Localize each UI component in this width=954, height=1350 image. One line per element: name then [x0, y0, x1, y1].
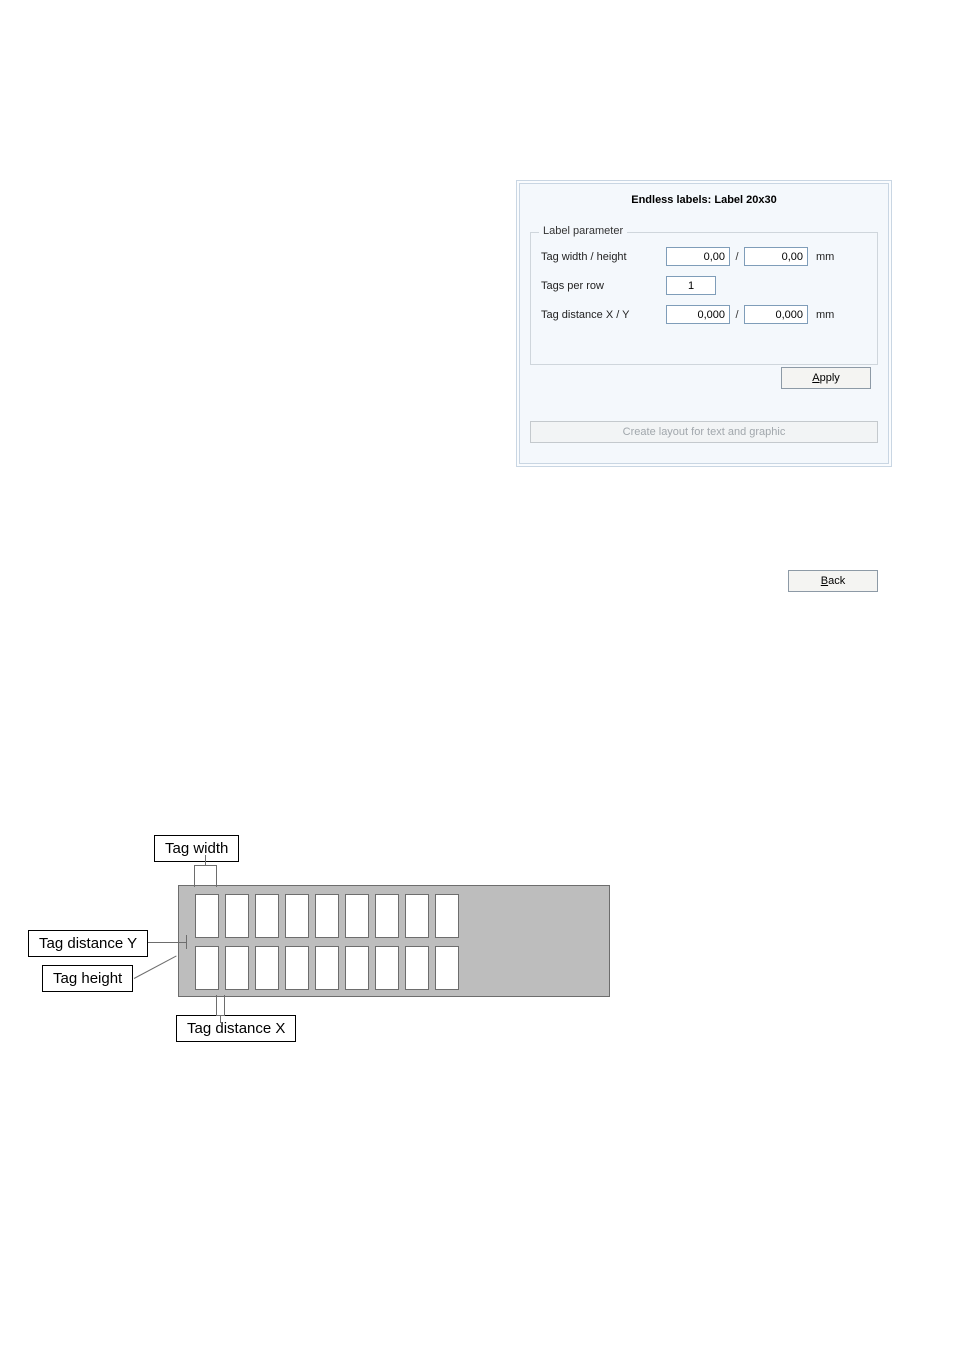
diagram-tag [375, 946, 399, 990]
label-tag-width-height: Tag width / height [541, 251, 666, 263]
create-layout-button[interactable]: Create layout for text and graphic [530, 421, 878, 443]
diagram-tag [285, 894, 309, 938]
input-tag-height[interactable] [744, 247, 808, 266]
tag-layout-diagram: Tag width Tag distance Y Tag height Tag … [28, 845, 628, 1075]
fieldset-legend: Label parameter [539, 225, 627, 237]
diagram-tag [195, 894, 219, 938]
separator-slash: / [730, 309, 744, 321]
diagram-tag [375, 894, 399, 938]
diagram-tag [225, 894, 249, 938]
label-tags-per-row: Tags per row [541, 280, 666, 292]
connector-line [216, 995, 217, 1015]
diagram-tag [435, 894, 459, 938]
diagram-tag-row [195, 946, 465, 990]
back-button[interactable]: Back [788, 570, 878, 592]
label-parameter-dialog: Endless labels: Label 20x30 Label parame… [516, 180, 892, 467]
diagram-tag [435, 946, 459, 990]
separator-slash: / [730, 251, 744, 263]
label-tag-distance-xy: Tag distance X / Y [541, 309, 666, 321]
apply-button[interactable]: Apply [781, 367, 871, 389]
diagram-tag [405, 894, 429, 938]
connector-line [148, 942, 186, 943]
diagram-tag-row [195, 894, 465, 938]
row-tag-distance-xy: Tag distance X / Y / mm [541, 305, 867, 324]
diagram-tag [255, 946, 279, 990]
row-tags-per-row: Tags per row [541, 276, 867, 295]
dialog-inner: Endless labels: Label 20x30 Label parame… [519, 183, 889, 464]
connector-line [134, 956, 177, 979]
connector-line [224, 995, 225, 1015]
input-tag-width[interactable] [666, 247, 730, 266]
diagram-tag [345, 894, 369, 938]
connector-line [205, 855, 206, 865]
connector-line [220, 1015, 221, 1023]
input-tag-distance-y[interactable] [744, 305, 808, 324]
row-tag-width-height: Tag width / height / mm [541, 247, 867, 266]
connector-line [186, 935, 187, 949]
callout-tag-distance-y: Tag distance Y [28, 930, 148, 957]
connector-line [194, 865, 195, 887]
callout-tag-height: Tag height [42, 965, 133, 992]
diagram-tag [315, 894, 339, 938]
diagram-tag [195, 946, 219, 990]
diagram-tag [345, 946, 369, 990]
diagram-tag [315, 946, 339, 990]
input-tags-per-row[interactable] [666, 276, 716, 295]
input-tag-distance-x[interactable] [666, 305, 730, 324]
unit-mm: mm [808, 251, 846, 263]
diagram-tag [285, 946, 309, 990]
diagram-tag [225, 946, 249, 990]
label-parameter-fieldset: Label parameter Tag width / height / mm … [530, 232, 878, 365]
diagram-tag [405, 946, 429, 990]
diagram-paper [178, 885, 610, 997]
unit-mm: mm [808, 309, 846, 321]
connector-line [216, 865, 217, 887]
diagram-tag [255, 894, 279, 938]
callout-tag-distance-x: Tag distance X [176, 1015, 296, 1042]
callout-tag-width: Tag width [154, 835, 239, 862]
connector-line [194, 865, 217, 866]
